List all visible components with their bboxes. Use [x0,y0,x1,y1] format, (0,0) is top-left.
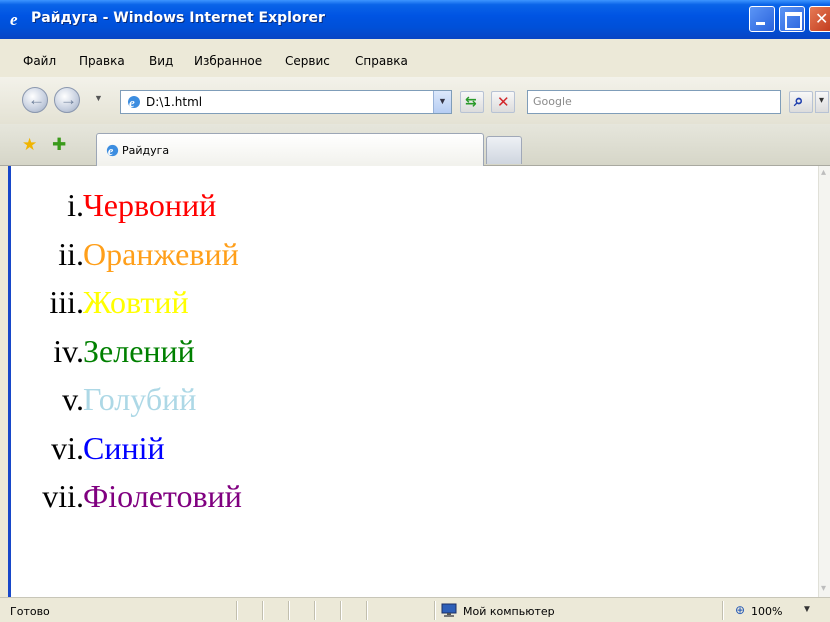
list-item-text: Червоний [83,187,217,223]
list-item-numeral: vii. [42,478,84,514]
list-item-text: Синій [83,429,165,466]
forward-arrow-icon[interactable] [54,87,80,113]
search-icon[interactable] [789,91,813,113]
search-options-dropdown[interactable] [815,91,829,113]
list-item-numeral: ii. [58,235,84,272]
scroll-down-button[interactable] [819,581,830,597]
status-separator [262,601,263,620]
menu-item-tools[interactable]: Сервис [285,54,330,68]
menu-item-view[interactable]: Вид [149,54,173,68]
menu-item-help[interactable]: Справка [355,54,408,68]
list-item: vii. Фіолетовий [11,478,771,527]
maximize-button[interactable] [779,6,805,32]
vertical-scrollbar[interactable] [818,166,830,597]
status-text: Готово [10,605,50,618]
ie-icon: e [10,10,18,28]
list-item: vi. Синій [11,430,771,479]
search-placeholder: Google [533,95,572,108]
computer-icon [441,603,457,617]
menu-item-edit[interactable]: Правка [79,54,125,68]
list-item-text: Оранжевий [83,235,239,272]
status-separator [314,601,315,620]
list-item-text: Жовтий [83,284,189,320]
browser-window: e Райдуга - Windows Internet Explorer Фа… [0,0,830,622]
svg-text:e: e [10,10,18,28]
list-item-numeral: vi. [51,429,84,466]
list-item-numeral: v. [62,381,84,417]
color-list: i. Червоний ii. Оранжевий iii. Жовтий iv. Зелен… [11,187,771,527]
list-item-text: Зелений [83,332,195,369]
ie-icon: e [128,95,140,110]
list-item-numeral: iv. [53,332,84,369]
menu-bar: Файл Правка Вид Избранное Сервис Справка [0,39,830,77]
status-separator [340,601,341,620]
title-bar: e Райдуга - Windows Internet Explorer [0,0,830,39]
list-item: iii. Жовтий [11,284,771,333]
history-dropdown-icon[interactable]: ▼ [94,93,103,103]
list-item: v. Голубий [11,381,771,430]
list-item: ii. Оранжевий [11,236,771,285]
status-separator [236,601,237,620]
list-item: i. Червоний [11,187,771,236]
status-separator [722,601,723,620]
zoom-level[interactable]: 100% [751,605,782,618]
status-bar: Готово Мой компьютер ⊕ 100% ▼ [0,597,830,622]
star-icon[interactable]: ★ [22,135,37,155]
list-item-numeral: iii. [49,284,84,320]
list-item: iv. Зелений [11,333,771,382]
close-button[interactable] [809,6,830,32]
tab-bar: ★ ✚ e Райдуга [0,124,830,167]
back-arrow-icon[interactable] [22,87,48,113]
new-tab-button[interactable] [486,136,522,164]
zoom-icon[interactable]: ⊕ [735,603,745,617]
window-title: Райдуга - Windows Internet Explorer [31,10,325,26]
address-input[interactable]: D:\1.html [146,95,202,109]
status-separator [366,601,367,620]
search-input[interactable]: Google [527,90,781,114]
tab-active[interactable]: e Райдуга [96,133,484,167]
stop-icon[interactable] [491,91,515,113]
add-favorite-icon[interactable]: ✚ [52,135,66,155]
refresh-icon[interactable] [460,91,484,113]
address-dropdown-button[interactable] [433,91,451,113]
menu-item-file[interactable]: Файл [23,54,56,68]
security-zone[interactable]: Мой компьютер [463,605,555,618]
status-separator [434,601,435,620]
scroll-up-button[interactable] [819,166,830,182]
status-separator [288,601,289,620]
tab-label: Райдуга [122,144,170,157]
menu-item-favorites[interactable]: Избранное [194,54,262,68]
svg-text:e: e [108,144,114,158]
page-content: i. Червоний ii. Оранжевий iii. Жовтий iv. Зелен… [8,166,818,597]
zoom-dropdown-icon[interactable]: ▼ [802,604,812,615]
svg-text:e: e [129,95,135,110]
minimize-button[interactable] [749,6,775,32]
list-item-text: Фіолетовий [83,478,242,514]
navigation-bar: ▼ e D:\1.html Google [0,77,830,124]
address-bar[interactable]: e D:\1.html [120,90,452,114]
list-item-text: Голубий [83,381,197,417]
list-item-numeral: i. [67,187,84,223]
ie-icon: e [106,144,119,158]
